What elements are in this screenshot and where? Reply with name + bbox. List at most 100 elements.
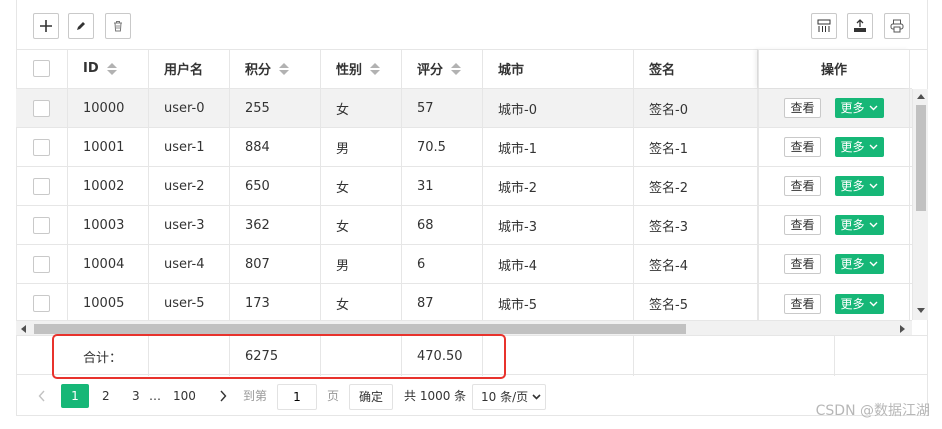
header-label: 操作 xyxy=(820,63,847,78)
header-label: 评分 xyxy=(417,63,444,78)
row-select[interactable] xyxy=(16,245,68,283)
header-score[interactable]: 积分 xyxy=(230,49,321,88)
header-select-all[interactable] xyxy=(16,49,68,88)
checkbox[interactable] xyxy=(33,138,50,156)
view-button[interactable]: 查看 xyxy=(784,176,821,196)
more-dropdown-button[interactable]: 更多 xyxy=(834,176,884,196)
cell-gender: 男 xyxy=(321,128,402,166)
cell-gender: 女 xyxy=(321,284,402,323)
page-unit-label: 页 xyxy=(327,389,340,403)
view-button[interactable]: 查看 xyxy=(784,254,821,274)
next-page-button[interactable] xyxy=(219,384,227,408)
cell-rating: 31 xyxy=(402,167,483,205)
cell-username: user-3 xyxy=(149,206,230,244)
cell-city: 城市-1 xyxy=(483,128,634,166)
chevron-down-icon xyxy=(869,183,878,189)
header-id[interactable]: ID xyxy=(68,49,149,88)
cell-score: 255 xyxy=(230,89,321,127)
table-header-row: ID 用户名 积分 性别 评分 城市 签名 操作 xyxy=(16,49,912,89)
header-label: 积分 xyxy=(245,63,272,78)
header-sign: 签名 xyxy=(634,49,758,88)
cell-sign: 签名-0 xyxy=(634,89,758,127)
view-button[interactable]: 查看 xyxy=(784,215,821,235)
header-gender[interactable]: 性别 xyxy=(321,49,402,88)
chevron-down-icon xyxy=(869,222,878,228)
row-select[interactable] xyxy=(16,167,68,205)
page-link[interactable]: 3 xyxy=(132,384,140,408)
cell-ops: 查看 更多 xyxy=(758,206,910,244)
cell-gender: 女 xyxy=(321,167,402,205)
header-rating[interactable]: 评分 xyxy=(402,49,483,88)
checkbox[interactable] xyxy=(33,295,50,312)
cell-city: 城市-2 xyxy=(483,167,634,205)
checkbox[interactable] xyxy=(33,216,50,234)
table-row[interactable]: 10003 user-3 362 女 68 城市-3 签名-3 查看 更多 xyxy=(16,206,912,245)
horizontal-scroll-thumb[interactable] xyxy=(34,324,686,334)
more-dropdown-button[interactable]: 更多 xyxy=(834,137,884,157)
page-ellipsis: … xyxy=(149,389,161,403)
scroll-down-icon[interactable] xyxy=(917,308,925,313)
page-size-value: 10 条/页 xyxy=(481,390,529,404)
more-dropdown-button[interactable]: 更多 xyxy=(834,254,884,274)
sort-icon[interactable] xyxy=(370,62,381,75)
vertical-scroll-thumb[interactable] xyxy=(916,105,926,211)
goto-confirm-button[interactable]: 确定 xyxy=(349,384,394,410)
scroll-left-icon[interactable] xyxy=(21,325,26,333)
cell-rating: 87 xyxy=(402,284,483,323)
row-select[interactable] xyxy=(16,128,68,166)
view-button[interactable]: 查看 xyxy=(784,137,821,157)
cell-sign: 签名-1 xyxy=(634,128,758,166)
cell-city: 城市-5 xyxy=(483,284,634,323)
more-dropdown-button[interactable]: 更多 xyxy=(834,98,884,118)
more-dropdown-button[interactable]: 更多 xyxy=(834,215,884,235)
goto-page-input[interactable] xyxy=(277,384,317,410)
header-username: 用户名 xyxy=(149,49,230,88)
checkbox[interactable] xyxy=(33,99,50,117)
page-link-last[interactable]: 100 xyxy=(173,384,196,408)
highlight-box xyxy=(52,334,506,379)
cell-ops: 查看 更多 xyxy=(758,128,910,166)
table-row[interactable]: 10000 user-0 255 女 57 城市-0 签名-0 查看 更多 xyxy=(16,89,912,128)
view-button[interactable]: 查看 xyxy=(784,98,821,118)
chevron-down-icon xyxy=(869,301,878,306)
cell-rating: 57 xyxy=(402,89,483,127)
table-row[interactable]: 10002 user-2 650 女 31 城市-2 签名-2 查看 更多 xyxy=(16,167,912,206)
scroll-up-icon[interactable] xyxy=(917,94,925,99)
total-count: 共 1000 条 xyxy=(404,389,467,403)
checkbox[interactable] xyxy=(33,60,50,77)
header-label: ID xyxy=(83,61,99,76)
cell-sign: 签名-4 xyxy=(634,245,758,283)
horizontal-scrollbar[interactable] xyxy=(16,320,912,335)
checkbox[interactable] xyxy=(33,177,50,195)
table-row[interactable]: 10005 user-5 173 女 87 城市-5 签名-5 查看 更多 xyxy=(16,284,912,323)
table-row[interactable]: 10001 user-1 884 男 70.5 城市-1 签名-1 查看 更多 xyxy=(16,128,912,167)
cell-score: 362 xyxy=(230,206,321,244)
vertical-scrollbar[interactable] xyxy=(912,89,928,320)
cell-username: user-5 xyxy=(149,284,230,323)
cell-sign: 签名-3 xyxy=(634,206,758,244)
cell-sign: 签名-2 xyxy=(634,167,758,205)
checkbox[interactable] xyxy=(33,255,50,273)
row-select[interactable] xyxy=(16,284,68,323)
table-row[interactable]: 10004 user-4 807 男 6 城市-4 签名-4 查看 更多 xyxy=(16,245,912,284)
page-size-select[interactable]: 10 条/页 xyxy=(472,384,547,410)
cell-gender: 女 xyxy=(321,206,402,244)
row-select[interactable] xyxy=(16,89,68,127)
scroll-right-icon[interactable] xyxy=(900,325,905,333)
cell-id: 10002 xyxy=(68,167,149,205)
sort-icon[interactable] xyxy=(106,62,117,75)
row-select[interactable] xyxy=(16,206,68,244)
chevron-down-icon xyxy=(869,261,878,267)
view-button[interactable]: 查看 xyxy=(784,293,821,314)
page-link[interactable]: 2 xyxy=(102,384,110,408)
cell-id: 10005 xyxy=(68,284,149,323)
more-label: 更多 xyxy=(840,257,865,271)
more-dropdown-button[interactable]: 更多 xyxy=(834,293,884,314)
header-label: 城市 xyxy=(498,63,525,78)
sort-icon[interactable] xyxy=(279,62,290,75)
sort-icon[interactable] xyxy=(451,62,462,75)
page-current[interactable]: 1 xyxy=(61,384,89,408)
chevron-down-icon xyxy=(532,394,541,400)
prev-page-button[interactable] xyxy=(38,384,46,408)
cell-rating: 70.5 xyxy=(402,128,483,166)
